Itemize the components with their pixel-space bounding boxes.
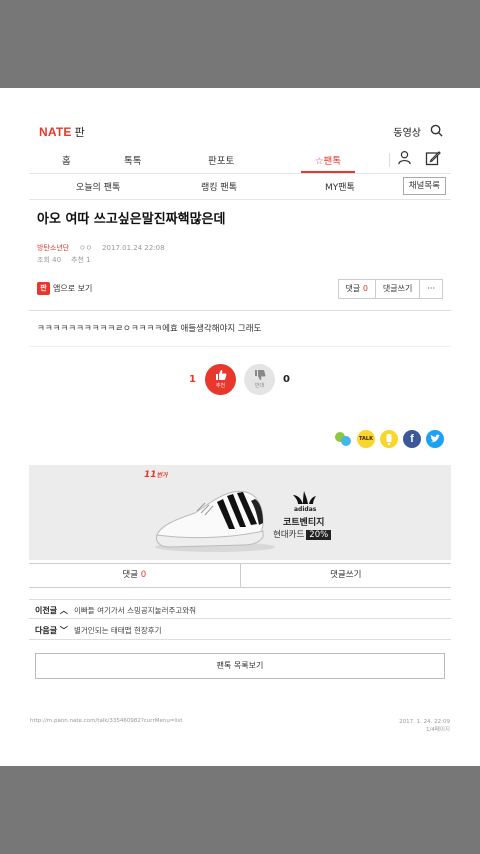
post-title: 아오 여따 쓰고싶은말진짜핵많은데 (37, 212, 226, 227)
share-bar: TALK f (29, 430, 451, 450)
page: NATE 판 동영상 홈 톡톡 판포토 ☆팬톡 오늘의 팬톡 랭킹 팬톡 MY팬톡… (0, 88, 480, 766)
kakaostory-icon[interactable] (380, 430, 398, 448)
comment-bar: 댓글 0 댓글쓰기 (29, 563, 451, 588)
tab-home[interactable]: 홈 (62, 153, 71, 167)
search-icon[interactable] (430, 124, 443, 137)
page-number: 1/4페이지 (425, 727, 450, 733)
prev-post-label: 이전글 ︿ (35, 605, 68, 616)
open-in-app-link[interactable]: 앱으로 보기 (53, 283, 92, 294)
prev-post-title[interactable]: 이빠들 여기가서 스밍공지눌러주고와줘 (74, 605, 196, 616)
twitter-icon[interactable] (426, 430, 444, 448)
post-meta: 방탄소년단 ㅇㅇ 2017.01.24 22:08 조회 40 추천 1 (29, 242, 451, 266)
vote-area: 1 추천 반대 0 (29, 364, 451, 396)
next-post-title[interactable]: 별거인되는 태태맵 현장후기 (74, 625, 162, 636)
comment-bar-label: 댓글 (122, 570, 138, 580)
downvote-label: 반대 (254, 383, 265, 389)
divider (29, 346, 451, 347)
user-icon[interactable] (397, 150, 412, 165)
more-button[interactable]: ··· (419, 279, 443, 299)
downvote-button[interactable]: 반대 (244, 364, 275, 395)
views-count: 40 (52, 256, 62, 264)
sneaker-image (155, 490, 275, 552)
view-comments-button[interactable]: 댓글 0 (29, 564, 241, 587)
page-url: http://m.pann.nate.com/talk/335460982?cu… (30, 718, 183, 724)
recommend-label: 추천 (71, 256, 84, 264)
next-label-text: 다음글 (35, 626, 58, 635)
next-post-row[interactable]: 다음글 ﹀ 별거인되는 태태맵 현장후기 (29, 620, 451, 640)
fantalk-list-button[interactable]: 팬톡 목록보기 (35, 653, 445, 679)
prev-label-text: 이전글 (35, 606, 58, 615)
advertisement-banner[interactable]: 11번가 adidas 코트벤티지 현대카드 20% (29, 465, 451, 560)
upvote-label: 추천 (215, 383, 226, 389)
kakaotalk-icon[interactable]: TALK (357, 430, 375, 448)
thumbs-down-icon (254, 370, 265, 380)
ad-card-name: 현대카드 (273, 530, 305, 540)
comment-label: 댓글 (345, 284, 361, 293)
author-mark: ㅇㅇ (79, 244, 93, 252)
thumbs-up-icon (215, 370, 226, 380)
tab-fantalk-label: 팬톡 (323, 156, 342, 167)
upvote-button[interactable]: 추천 (205, 364, 236, 395)
pann-app-icon[interactable]: 판 (37, 282, 50, 295)
post-date: 2017.01.24 22:08 (102, 244, 165, 252)
link-copy-icon[interactable] (333, 430, 355, 448)
nate-pann-logo[interactable]: NATE 판 (39, 124, 85, 140)
channel-list-button[interactable]: 채널목록 (402, 177, 446, 195)
logo-text: NATE (39, 125, 72, 139)
ad-badge-sub: 번가 (156, 472, 168, 479)
post-toolbar: 판 앱으로 보기 댓글 0 댓글쓰기 ··· (29, 279, 451, 301)
print-date: 2017. 1. 24. 22:09 (399, 719, 450, 725)
post-author[interactable]: 방탄소년단 (37, 244, 69, 252)
upvote-count: 1 (189, 374, 196, 385)
main-tabs: 홈 톡톡 판포토 ☆팬톡 (29, 148, 451, 174)
divider (389, 153, 390, 167)
chevron-down-icon: ﹀ (59, 626, 68, 635)
subnav-ranking[interactable]: 랭킹 팬톡 (201, 180, 237, 193)
write-comment-bar-button[interactable]: 댓글쓰기 (241, 564, 452, 587)
subnav-today[interactable]: 오늘의 팬톡 (76, 180, 120, 193)
star-icon: ☆ (315, 156, 324, 167)
ad-title: 코트벤티지 (283, 518, 325, 528)
prev-post-row[interactable]: 이전글 ︿ 이빠들 여기가서 스밍공지눌러주고와줘 (29, 599, 451, 619)
chevron-up-icon: ︿ (59, 606, 68, 615)
next-post-label: 다음글 ﹀ (35, 625, 68, 636)
comment-count: 0 (362, 284, 368, 293)
sub-nav: 오늘의 팬톡 랭킹 팬톡 MY팬톡 채널목록 (29, 174, 451, 200)
tab-fantalk[interactable]: ☆팬톡 (300, 153, 356, 173)
facebook-icon[interactable]: f (403, 430, 421, 448)
post-buttons: 댓글 0 댓글쓰기 ··· (337, 279, 443, 299)
print-info: 2017. 1. 24. 22:09 1/4페이지 (399, 718, 450, 734)
header: NATE 판 동영상 (29, 122, 451, 144)
views-label: 조회 (37, 256, 50, 264)
recommend-count: 1 (86, 256, 91, 264)
video-link[interactable]: 동영상 (393, 124, 421, 139)
tab-toktok[interactable]: 톡톡 (124, 153, 141, 167)
comment-button[interactable]: 댓글 0 (337, 279, 376, 299)
post-body: ㅋㅋㅋㅋㅋㅋㅋㅋㅋㅋㄹㅇㅋㅋㅋㅋ에효 애들생각해야지 그래도 (37, 324, 262, 334)
ad-card-offer: 현대카드 20% (273, 528, 332, 540)
ad-discount: 20% (306, 530, 332, 540)
tab-pannphoto[interactable]: 판포토 (208, 153, 234, 167)
comment-bar-count: 0 (140, 570, 147, 580)
downvote-count: 0 (283, 374, 290, 385)
write-comment-button[interactable]: 댓글쓰기 (374, 279, 421, 299)
subnav-my[interactable]: MY팬톡 (325, 180, 355, 193)
divider (29, 310, 451, 311)
write-icon[interactable] (425, 150, 441, 166)
logo-sub: 판 (74, 127, 85, 139)
ad-brand: adidas (294, 506, 317, 513)
